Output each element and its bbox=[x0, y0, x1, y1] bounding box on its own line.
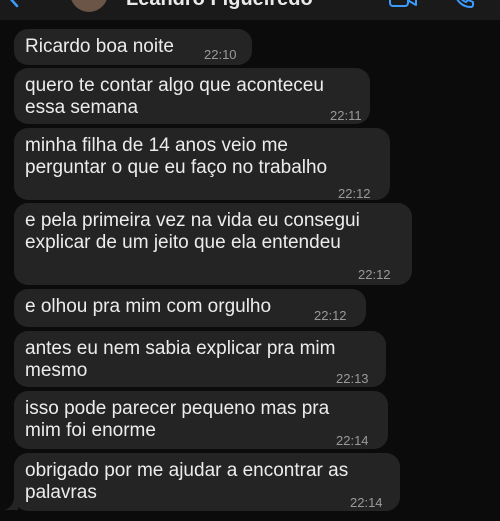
message-text: isso pode parecer pequeno mas pra mim fo… bbox=[25, 398, 330, 441]
message-text: quero te contar algo que aconteceu essa … bbox=[25, 75, 324, 118]
video-call-icon[interactable] bbox=[388, 0, 418, 10]
message-text: e olhou pra mim com orgulho bbox=[25, 296, 272, 317]
message-timestamp: 22:14 bbox=[350, 495, 383, 510]
chat-screen: Leandro Figueiredo Ricardo boa noite 22:… bbox=[0, 0, 500, 521]
message-bubble[interactable]: e olhou pra mim com orgulho 22:12 bbox=[14, 289, 366, 327]
back-arrow-icon[interactable] bbox=[2, 0, 24, 8]
message-bubble[interactable]: quero te contar algo que aconteceu essa … bbox=[14, 68, 370, 124]
message-timestamp: 22:12 bbox=[358, 267, 391, 282]
message-timestamp: 22:10 bbox=[204, 47, 237, 62]
message-bubble[interactable]: antes eu nem sabia explicar pra mim mesm… bbox=[14, 331, 386, 387]
message-bubble[interactable]: e pela primeira vez na vida eu consegui … bbox=[14, 203, 412, 285]
contact-name[interactable]: Leandro Figueiredo bbox=[126, 0, 313, 11]
message-timestamp: 22:11 bbox=[330, 108, 362, 123]
message-bubble[interactable]: Ricardo boa noite 22:10 bbox=[14, 29, 252, 65]
message-timestamp: 22:12 bbox=[314, 308, 347, 323]
chat-header: Leandro Figueiredo bbox=[0, 0, 500, 20]
message-text: obrigado por me ajudar a encontrar as pa… bbox=[25, 460, 349, 503]
message-text: Ricardo boa noite bbox=[25, 36, 174, 57]
message-text: antes eu nem sabia explicar pra mim mesm… bbox=[25, 338, 336, 381]
message-timestamp: 22:14 bbox=[336, 433, 369, 448]
message-bubble[interactable]: isso pode parecer pequeno mas pra mim fo… bbox=[14, 391, 388, 449]
message-text: minha filha de 14 anos veio me perguntar… bbox=[25, 135, 328, 178]
message-bubble[interactable]: obrigado por me ajudar a encontrar as pa… bbox=[14, 453, 400, 511]
message-bubble[interactable]: minha filha de 14 anos veio me perguntar… bbox=[14, 128, 390, 201]
message-timestamp: 22:13 bbox=[336, 371, 369, 386]
message-text: e pela primeira vez na vida eu consegui … bbox=[25, 210, 360, 253]
message-timestamp: 22:12 bbox=[338, 186, 371, 201]
phone-call-icon[interactable] bbox=[452, 0, 476, 10]
contact-avatar[interactable] bbox=[70, 0, 108, 12]
bubble-tail bbox=[4, 496, 18, 510]
